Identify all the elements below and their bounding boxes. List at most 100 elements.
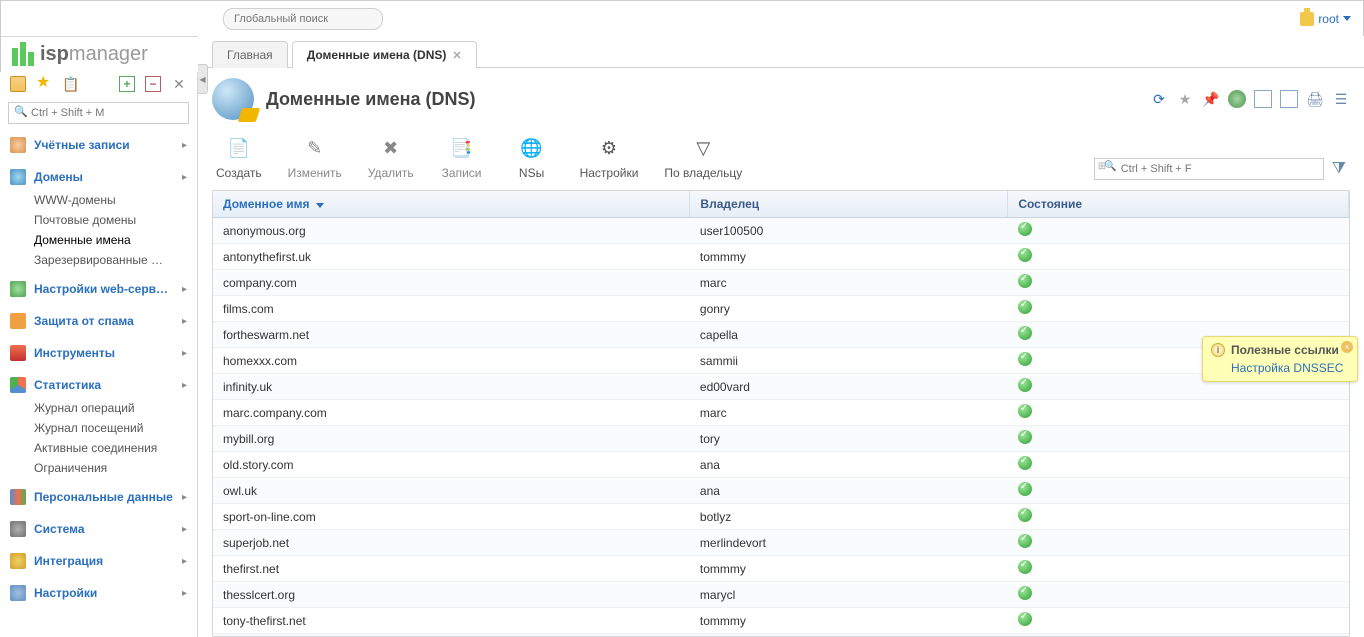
nav-item-6[interactable]: Персональные данные▸ [0, 484, 197, 510]
toolbar-NSы[interactable]: 🌐NSы [510, 134, 554, 180]
table-row[interactable]: owl.ukana [213, 478, 1349, 504]
nav-sublist: Журнал операцийЖурнал посещенийАктивные … [0, 398, 197, 478]
nav-item-4[interactable]: Инструменты▸ [0, 340, 197, 366]
export-icon-2[interactable] [1280, 90, 1298, 108]
table-row[interactable]: marc.company.commarc [213, 400, 1349, 426]
info-icon: i [1211, 343, 1225, 357]
nav-sub-item[interactable]: Ограничения [34, 458, 197, 478]
nav-item-2[interactable]: Настройки web-серв…▸ [0, 276, 197, 302]
new-tab-icon[interactable] [10, 76, 26, 92]
collapse-all-icon[interactable]: − [145, 76, 161, 92]
nav-item-5[interactable]: Статистика▸ [0, 372, 197, 398]
table-row[interactable]: company.commarc [213, 270, 1349, 296]
table-row[interactable]: infinity.uked00vard [213, 374, 1349, 400]
table-row[interactable]: old.story.comana [213, 452, 1349, 478]
nav-item-0[interactable]: Учётные записи▸ [0, 132, 197, 158]
nav-sub-item[interactable]: Почтовые домены [34, 210, 197, 230]
chevron-right-icon: ▸ [182, 140, 187, 151]
nav-sub-item[interactable]: Журнал посещений [34, 418, 197, 438]
table-row[interactable]: sport-on-line.combotlyz [213, 504, 1349, 530]
toolbar-Изменить: ✎Изменить [288, 134, 342, 180]
nav-item-8[interactable]: Интеграция▸ [0, 548, 197, 574]
chevron-right-icon: ▸ [182, 524, 187, 535]
nav-icon [10, 345, 26, 361]
state-ok-icon [1018, 352, 1032, 366]
filter-input[interactable] [1094, 158, 1324, 180]
tab-close-icon[interactable]: ✕ [452, 50, 461, 62]
state-ok-icon [1018, 560, 1032, 574]
nav-item-7[interactable]: Система▸ [0, 516, 197, 542]
nav-sub-item[interactable]: Активные соединения [34, 438, 197, 458]
action-green-icon[interactable] [1228, 90, 1246, 108]
table-row[interactable]: toys.comoldman [213, 634, 1349, 637]
close-hint-icon[interactable]: × [1341, 341, 1353, 353]
table-row[interactable]: homexxx.comsammii [213, 348, 1349, 374]
refresh-icon[interactable]: ⟳ [1150, 90, 1168, 108]
nav-sub-item[interactable]: Доменные имена [34, 230, 197, 250]
export-icon-1[interactable] [1254, 90, 1272, 108]
user-menu[interactable]: root [1300, 12, 1351, 26]
sidebar-search-input[interactable] [8, 102, 189, 124]
chevron-right-icon: ▸ [182, 492, 187, 503]
table-row[interactable]: films.comgonry [213, 296, 1349, 322]
state-ok-icon [1018, 326, 1032, 340]
nav-label: Настройки [34, 586, 182, 600]
nav-item-9[interactable]: Настройки▸ [0, 580, 197, 606]
cell-owner: sammii [690, 348, 1008, 374]
cell-domain: marc.company.com [213, 400, 690, 426]
nav-label: Учётные записи [34, 138, 182, 152]
table-row[interactable]: mybill.orgtory [213, 426, 1349, 452]
table-row[interactable]: anonymous.orguser100500 [213, 218, 1349, 244]
clipboard-icon[interactable]: 📋 [62, 76, 78, 92]
col-domain[interactable]: Доменное имя [213, 191, 690, 218]
hint-link[interactable]: Настройка DNSSEC [1211, 357, 1349, 375]
table-row[interactable]: antonythefirst.uktommmy [213, 244, 1349, 270]
col-owner[interactable]: Владелец [690, 191, 1008, 218]
table-row[interactable]: tony-thefirst.nettommmy [213, 608, 1349, 634]
cell-domain: old.story.com [213, 452, 690, 478]
cell-state [1008, 426, 1349, 452]
tab-1[interactable]: Доменные имена (DNS) ✕ [292, 41, 477, 68]
toolbar-icon: ⚙ [595, 134, 623, 162]
cell-domain: infinity.uk [213, 374, 690, 400]
toolbar-label: Записи [442, 166, 482, 180]
nav-label: Персональные данные [34, 490, 182, 504]
toolbar-По владельцу[interactable]: ▽По владельцу [664, 134, 742, 180]
close-panel-icon[interactable]: ✕ [171, 76, 187, 92]
favorite-icon[interactable]: ★ [1176, 90, 1194, 108]
toolbar-Настройки[interactable]: ⚙ Настройки [580, 134, 639, 180]
nav-icon [10, 281, 26, 297]
tabs: Главная Доменные имена (DNS) ✕ [198, 36, 1364, 68]
col-state[interactable]: Состояние [1008, 191, 1349, 218]
domains-grid[interactable]: Доменное имя Владелец Состояние anonymou… [212, 190, 1350, 637]
hint-title-text: Полезные ссылки [1231, 343, 1339, 357]
title-actions: ⟳ ★ 📌 🖨 ☰ [1150, 90, 1350, 108]
global-search-input[interactable] [223, 8, 383, 30]
tab-label: Доменные имена (DNS) [307, 48, 447, 62]
nav-label: Настройки web-серв… [34, 282, 182, 296]
nav-icon [10, 521, 26, 537]
settings-icon[interactable]: ☰ [1332, 90, 1350, 108]
nav-sub-item[interactable]: WWW-домены [34, 190, 197, 210]
nav-item-1[interactable]: Домены▸ [0, 164, 197, 190]
table-row[interactable]: superjob.netmerlindevort [213, 530, 1349, 556]
toolbar-Создать[interactable]: 📄Создать [216, 134, 262, 180]
expand-all-icon[interactable]: + [119, 76, 135, 92]
nav-item-3[interactable]: Защита от спама▸ [0, 308, 197, 334]
table-row[interactable]: thefirst.nettommmy [213, 556, 1349, 582]
nav-label: Защита от спама [34, 314, 182, 328]
toolbar-Удалить: ✖Удалить [368, 134, 414, 180]
page-title: Доменные имена (DNS) [266, 89, 476, 110]
pin-icon[interactable]: 📌 [1202, 90, 1220, 108]
funnel-icon[interactable]: ⧩ [1332, 160, 1346, 178]
filter-area: ⧩ [1094, 158, 1346, 180]
print-icon[interactable]: 🖨 [1306, 90, 1324, 108]
table-row[interactable]: fortheswarm.netcapella [213, 322, 1349, 348]
tab-0[interactable]: Главная [212, 41, 288, 68]
nav-sub-item[interactable]: Журнал операций [34, 398, 197, 418]
main: ◀ ГлавнаяДоменные имена (DNS)✕ Доменные … [198, 36, 1364, 637]
toolbar-label: Настройки [580, 166, 639, 180]
table-row[interactable]: thesslcert.orgmarycl [213, 582, 1349, 608]
favorites-icon[interactable]: ★ [36, 76, 52, 92]
nav-sub-item[interactable]: Зарезервированные … [34, 250, 197, 270]
